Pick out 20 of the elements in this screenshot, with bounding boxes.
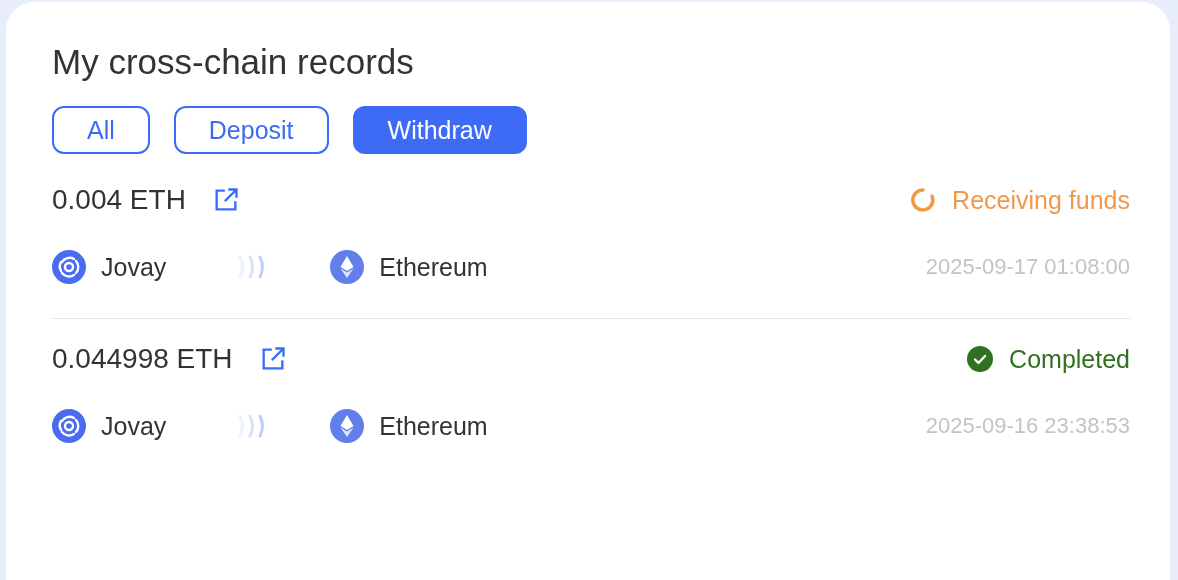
page-title: My cross-chain records [52,42,415,82]
amount-text: 0.044998 ETH [52,343,233,375]
source-chain-text: Jovay [101,252,167,282]
status-text: Receiving funds [952,185,1130,215]
filter-tab[interactable]: Deposit [173,106,329,154]
destination-chain-text: Ethereum [379,411,488,441]
filter-tab[interactable]: All [52,106,150,154]
timestamp-text: 2025-09-16 23:38:53 [925,413,1130,439]
status-text: Completed [1009,344,1130,374]
check-circle-icon [967,346,994,372]
filter-tab[interactable]: Withdraw [352,106,527,154]
loading-spinner-icon [910,187,937,213]
chain-logo-icon [52,250,86,284]
chain-logo-icon [52,409,86,443]
ethereum-logo-icon [330,409,365,443]
ethereum-logo-icon [330,250,365,284]
amount-text: 0.004 ETH [52,184,186,216]
destination-chain-text: Ethereum [379,252,488,282]
source-chain-text: Jovay [101,411,167,441]
timestamp-text: 2025-09-17 01:08:00 [925,254,1130,280]
